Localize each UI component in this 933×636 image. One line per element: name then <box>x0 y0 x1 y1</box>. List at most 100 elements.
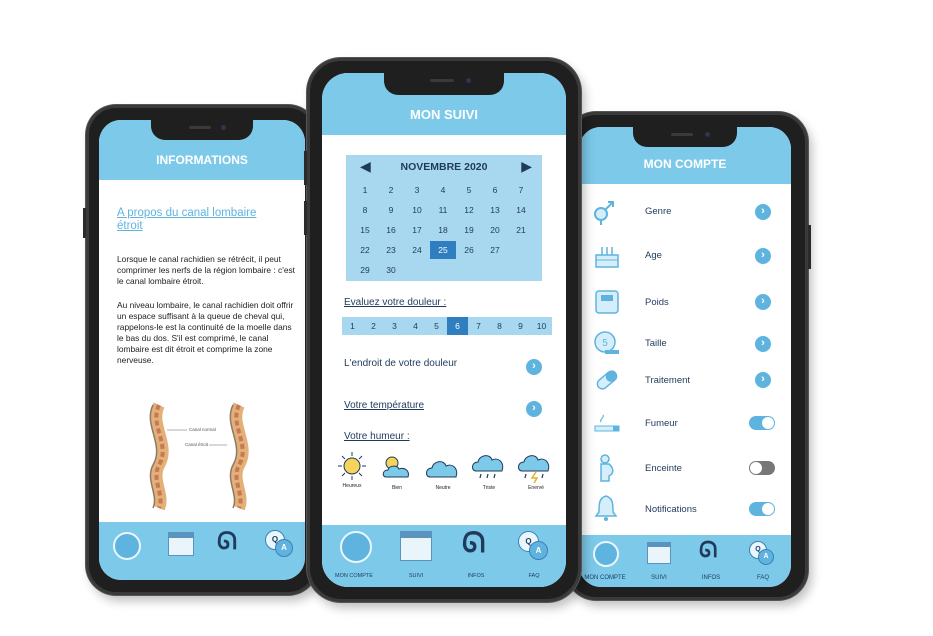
calendar-day[interactable]: 18 <box>430 221 456 239</box>
calendar-day[interactable]: 4 <box>430 181 456 199</box>
calendar-day[interactable]: 6 <box>482 181 508 199</box>
bell-icon <box>594 495 618 521</box>
calendar-day[interactable]: 25 <box>430 241 456 259</box>
tab-account[interactable] <box>107 528 147 568</box>
calendar-day[interactable]: 24 <box>404 241 430 259</box>
stethoscope-icon: ᘏ <box>699 537 718 562</box>
pain-level[interactable]: 5 <box>426 317 447 335</box>
chevron-right-icon[interactable]: › <box>755 294 771 310</box>
settings-row-poids[interactable]: Poids › <box>579 288 791 316</box>
article-title[interactable]: A propos du canal lombaire étroit <box>117 207 282 233</box>
tab-account[interactable]: MON COMPTE <box>583 539 627 585</box>
calendar-day[interactable]: 3 <box>404 181 430 199</box>
pain-scale: 1 2 3 4 5 6 7 8 9 10 <box>342 317 552 335</box>
tab-label: FAQ <box>756 575 769 581</box>
tab-label: SUIVI <box>651 575 667 581</box>
chevron-right-icon[interactable]: › <box>526 359 542 375</box>
calendar-day[interactable]: 5 <box>456 181 482 199</box>
pain-level[interactable]: 9 <box>510 317 531 335</box>
figure-label-narrow: Canal étroit <box>185 442 209 447</box>
calendar-day[interactable]: 7 <box>508 181 534 199</box>
settings-row-enceinte[interactable]: Enceinte <box>579 454 791 482</box>
tab-infos[interactable]: ᘏ <box>211 528 251 568</box>
toggle-switch-off[interactable] <box>749 461 775 475</box>
cigarette-icon <box>594 414 620 432</box>
settings-row-notifications[interactable]: Notifications <box>579 494 791 522</box>
mood-good[interactable]: Bien <box>378 453 416 493</box>
mood-happy[interactable]: Heureux <box>334 451 370 491</box>
chevron-right-icon[interactable]: › <box>755 372 771 388</box>
settings-row-genre[interactable]: Genre › <box>579 199 791 225</box>
calendar-day[interactable]: 21 <box>508 221 534 239</box>
calendar-day[interactable]: 13 <box>482 201 508 219</box>
calendar-day[interactable]: 20 <box>482 221 508 239</box>
settings-row-traitement[interactable]: Traitement › <box>579 367 791 393</box>
chevron-right-icon[interactable]: › <box>755 204 771 220</box>
settings-row-fumeur[interactable]: Fumeur <box>579 410 791 436</box>
pain-level[interactable]: 2 <box>363 317 384 335</box>
tab-bar: MON COMPTE SUIVI ᘏ INFOS Q A FAQ <box>322 525 566 587</box>
mood-sad[interactable]: Triste <box>470 451 508 493</box>
rain-cloud-icon <box>472 455 504 479</box>
avatar-icon <box>340 531 372 563</box>
temperature-row[interactable]: Votre température › <box>344 397 544 417</box>
calendar-day[interactable]: 26 <box>456 241 482 259</box>
tab-faq[interactable]: Q A FAQ <box>512 529 556 585</box>
toggle-switch-on[interactable] <box>749 502 775 516</box>
calendar-day[interactable]: 16 <box>378 221 404 239</box>
calendar-day[interactable]: 17 <box>404 221 430 239</box>
calendar-day[interactable]: 27 <box>482 241 508 259</box>
toggle-switch-on[interactable] <box>749 416 775 430</box>
pain-level[interactable]: 1 <box>342 317 363 335</box>
calendar-day[interactable]: 14 <box>508 201 534 219</box>
pain-level[interactable]: 4 <box>405 317 426 335</box>
calendar-day[interactable]: 10 <box>404 201 430 219</box>
pain-level[interactable]: 10 <box>531 317 552 335</box>
tab-infos[interactable]: ᘏ INFOS <box>454 527 498 585</box>
tab-suivi[interactable]: SUIVI <box>639 539 679 585</box>
calendar-day[interactable]: 11 <box>430 201 456 219</box>
pain-level[interactable]: 6 <box>447 317 468 335</box>
chevron-right-icon[interactable]: › <box>755 248 771 264</box>
cake-icon <box>595 247 619 268</box>
pain-location-row[interactable]: L'endroit de votre douleur › <box>344 355 544 375</box>
tab-suivi[interactable]: SUIVI <box>394 529 438 585</box>
article-paragraph-1: Lorsque le canal rachidien se rétrécit, … <box>117 254 296 286</box>
calendar-day[interactable]: 19 <box>456 221 482 239</box>
pain-level[interactable]: 7 <box>468 317 489 335</box>
mood-angry[interactable]: Enervé <box>516 451 556 493</box>
calendar-day[interactable]: 8 <box>352 201 378 219</box>
notch <box>384 73 504 95</box>
row-label: Age <box>645 250 662 261</box>
calendar-day[interactable]: 9 <box>378 201 404 219</box>
row-label: Fumeur <box>645 418 678 429</box>
calendar-day[interactable]: 30 <box>378 261 404 279</box>
storm-cloud-icon <box>518 455 550 484</box>
calendar-icon <box>647 542 671 564</box>
tab-infos[interactable]: ᘏ INFOS <box>691 537 731 585</box>
tab-faq[interactable]: Q A <box>261 528 301 568</box>
pain-level[interactable]: 3 <box>384 317 405 335</box>
next-month-icon[interactable]: ▶ <box>521 158 532 175</box>
tab-suivi[interactable] <box>161 528 201 568</box>
stethoscope-icon: ᘏ <box>217 528 237 555</box>
chevron-right-icon[interactable]: › <box>526 401 542 417</box>
pain-level[interactable]: 8 <box>489 317 510 335</box>
tab-account[interactable]: MON COMPTE <box>328 529 380 585</box>
settings-row-age[interactable]: Age › <box>579 241 791 269</box>
calendar-day[interactable]: 2 <box>378 181 404 199</box>
tab-label: MON COMPTE <box>335 573 373 579</box>
calendar-day[interactable]: 22 <box>352 241 378 259</box>
mood-caption: Triste <box>482 485 496 491</box>
mood-neutral[interactable]: Neutre <box>424 453 462 493</box>
calendar-day[interactable]: 15 <box>352 221 378 239</box>
calendar-day[interactable]: 23 <box>378 241 404 259</box>
settings-row-taille[interactable]: 5 Taille › <box>579 329 791 357</box>
tab-faq[interactable]: Q A FAQ <box>743 539 783 585</box>
chevron-right-icon[interactable]: › <box>755 336 771 352</box>
calendar-day[interactable]: 12 <box>456 201 482 219</box>
calendar-day[interactable]: 29 <box>352 261 378 279</box>
calendar-day[interactable]: 1 <box>352 181 378 199</box>
qa-icon: Q A <box>749 541 779 567</box>
row-label: Enceinte <box>645 463 682 474</box>
